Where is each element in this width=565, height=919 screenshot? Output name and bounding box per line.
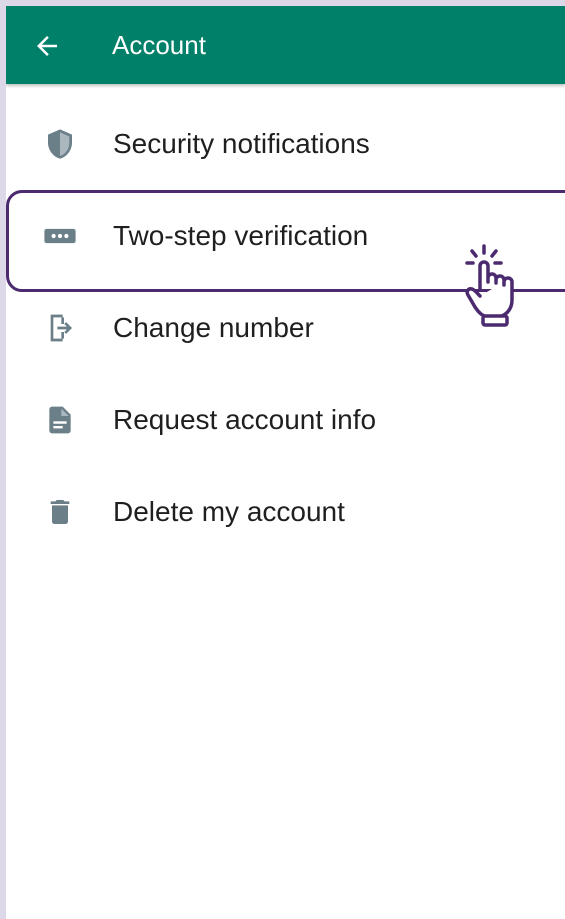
menu-item-label: Request account info <box>113 404 377 435</box>
shield-icon <box>40 124 80 164</box>
menu-item-label: Two-step verification <box>113 220 369 251</box>
menu-item-label: Security notifications <box>113 128 370 159</box>
phone-exit-icon <box>40 308 80 348</box>
app-bar: Account <box>6 6 565 84</box>
password-dots-icon <box>40 216 80 256</box>
tap-hand-icon <box>462 242 524 328</box>
trash-icon <box>40 492 80 532</box>
arrow-left-icon <box>37 36 57 56</box>
menu-item-delete-my-account[interactable]: Delete my account <box>6 466 565 558</box>
menu-item-request-account-info[interactable]: Request account info <box>6 374 565 466</box>
menu-item-label: Delete my account <box>113 496 345 527</box>
account-settings-screen: Account Security notifications Two-step … <box>6 6 565 919</box>
document-icon <box>40 400 80 440</box>
back-button[interactable] <box>24 23 70 69</box>
menu-item-label: Change number <box>113 312 314 343</box>
page-title: Account <box>112 30 206 60</box>
menu-item-security-notifications[interactable]: Security notifications <box>6 98 565 190</box>
